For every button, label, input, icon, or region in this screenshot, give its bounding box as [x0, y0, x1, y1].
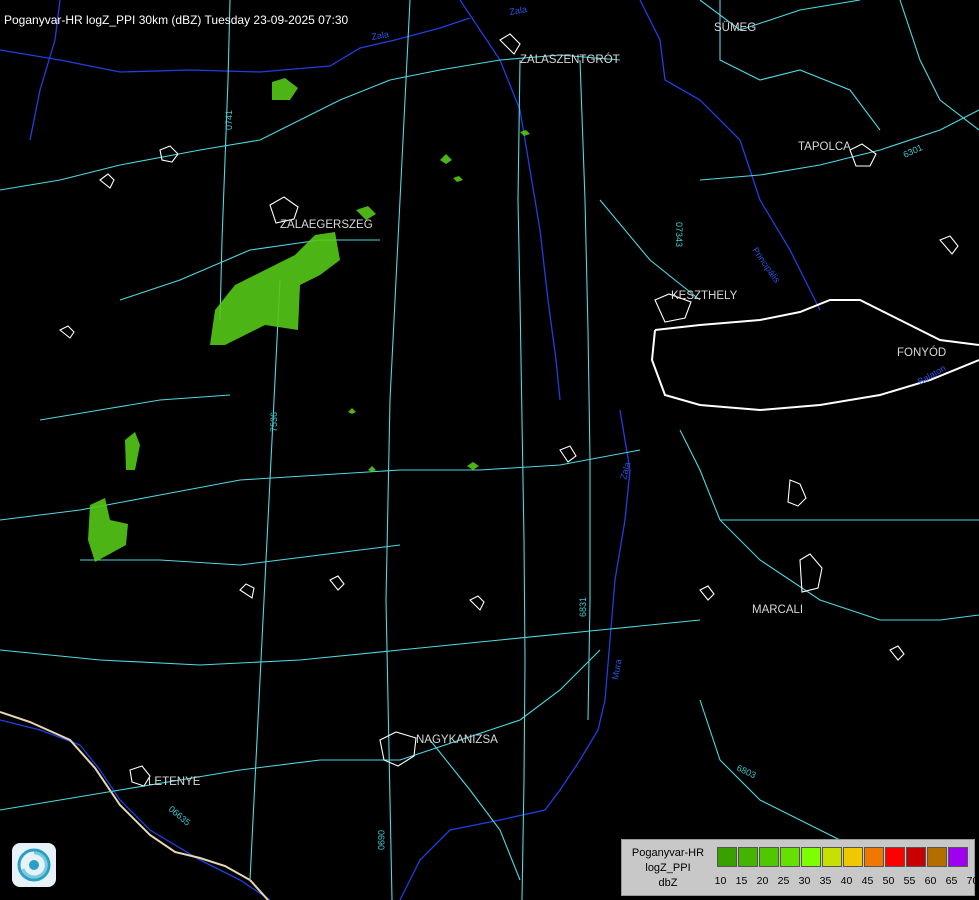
legend-name-line: dbZ: [658, 877, 678, 889]
legend-swatches: [717, 847, 969, 867]
legend-swatch: [759, 847, 779, 867]
city-zalaszentgrot: ZALASZENTGRÓT: [520, 53, 620, 66]
legend-swatch: [780, 847, 800, 867]
echo-north: [272, 78, 298, 100]
legend-swatch: [885, 847, 905, 867]
swirl-logo-icon: [17, 848, 51, 882]
river-label: Mura: [610, 658, 623, 680]
legend-tick: 60: [924, 875, 937, 887]
legend-tick: 20: [756, 875, 769, 887]
river-label: Zala: [509, 4, 528, 17]
legend-name-line: logZ_PPI: [645, 862, 691, 874]
city-keszthely: KESZTHELY: [671, 290, 738, 302]
river-labels: Zala Zala Principális Balaton Zala Mura: [371, 4, 948, 680]
echo-small-1: [356, 206, 376, 220]
legend-tick: 10: [714, 875, 727, 887]
echo-zalaegerszeg: [210, 232, 340, 345]
legend-swatch: [801, 847, 821, 867]
roads: [0, 0, 979, 900]
legend-swatch: [906, 847, 926, 867]
legend-swatch: [717, 847, 737, 867]
river-label: Principális: [750, 245, 782, 285]
road-label: 0690: [376, 830, 386, 850]
road-label: 6803: [735, 763, 757, 781]
legend-name: Poganyvar-HR logZ_PPI dbZ: [622, 846, 714, 891]
road-label: 6301: [902, 142, 924, 160]
legend-tick: 35: [819, 875, 832, 887]
logo: [12, 843, 56, 887]
road-label: 6831: [578, 597, 588, 617]
legend-tick: 25: [777, 875, 790, 887]
rivers: [0, 0, 821, 900]
echo-small-2: [440, 154, 452, 164]
city-zalaegerszeg: ZALAEGERSZEG: [280, 219, 373, 231]
legend-name-line: Poganyvar-HR: [631, 847, 705, 859]
city-fonyod: FONYÓD: [897, 346, 946, 359]
road-label: 0741: [224, 110, 234, 130]
legend-tick: 30: [798, 875, 811, 887]
legend-ticks: 10 15 20 25 30 35 40 45 50 55 60 65 70: [710, 875, 979, 887]
legend-swatch: [822, 847, 842, 867]
radar-legend: Poganyvar-HR logZ_PPI dbZ 10 15 20 25 30 35 40…: [621, 839, 978, 896]
road-label: 07343: [674, 222, 684, 247]
legend-tick: 70: [966, 875, 979, 887]
radar-map[interactable]: SÜMEG ZALASZENTGRÓT TAPOLCA ZALAEGERSZEG…: [0, 0, 979, 900]
road-label: 7536: [269, 412, 279, 432]
city-letenye: LETENYE: [148, 776, 201, 788]
river-label: Zala: [371, 29, 390, 42]
city-marcali: MARCALI: [752, 604, 803, 616]
road-label: 06635: [167, 804, 193, 828]
echo-small-6: [348, 408, 356, 414]
legend-tick: 40: [840, 875, 853, 887]
legend-tick: 15: [735, 875, 748, 887]
radar-echoes: [88, 78, 530, 562]
echo-west-2: [88, 498, 128, 562]
legend-tick: 45: [861, 875, 874, 887]
city-nagykanizsa: NAGYKANIZSA: [416, 734, 498, 746]
echo-small-3: [453, 176, 463, 182]
legend-swatch: [843, 847, 863, 867]
legend-tick: 50: [882, 875, 895, 887]
city-sumeg: SÜMEG: [714, 22, 756, 34]
river-label: Zala: [618, 461, 632, 481]
echo-small-5: [467, 462, 479, 470]
map-title: Poganyvar-HR logZ_PPI 30km (dBZ) Tuesday…: [4, 13, 349, 27]
echo-small-4: [520, 130, 530, 136]
legend-tick: 55: [903, 875, 916, 887]
legend-tick: 65: [945, 875, 958, 887]
legend-swatch: [927, 847, 947, 867]
city-tapolca: TAPOLCA: [798, 141, 851, 153]
legend-swatch: [738, 847, 758, 867]
city-labels: SÜMEG ZALASZENTGRÓT TAPOLCA ZALAEGERSZEG…: [148, 22, 946, 788]
echo-west-1: [125, 432, 140, 470]
legend-swatch: [948, 847, 968, 867]
legend-swatch: [864, 847, 884, 867]
